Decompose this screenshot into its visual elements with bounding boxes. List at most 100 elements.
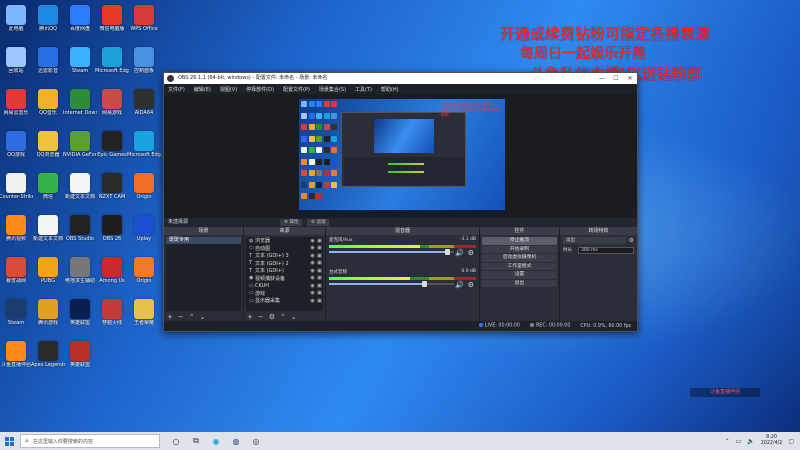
source-item[interactable]: ▭ 自动图 ◉ ▣	[246, 245, 323, 253]
move-down-icon[interactable]: ⌄	[200, 313, 206, 321]
desktop-icon[interactable]: 网易游戏	[95, 86, 129, 126]
source-item[interactable]: ▭ CKUH ◉ ▣	[246, 282, 323, 290]
lock-icon[interactable]: ▣	[316, 253, 323, 259]
desktop-icon[interactable]: 控制面板	[127, 44, 161, 84]
desktop-icon[interactable]: Among Us	[95, 254, 129, 294]
eye-icon[interactable]: ◉	[309, 245, 316, 251]
start-virtual-camera-button[interactable]: 启动虚拟摄像机	[482, 254, 557, 262]
desktop-icon[interactable]: 腾讯QQ	[31, 2, 65, 42]
remove-scene-icon[interactable]: −	[178, 313, 184, 321]
filters-button[interactable]: ⚙ 滤镜	[307, 219, 330, 226]
eye-icon[interactable]: ◉	[309, 283, 316, 289]
lock-icon[interactable]: ▣	[316, 268, 323, 274]
gear-icon[interactable]: ⚙	[468, 249, 474, 257]
desktop-icon[interactable]: Origin	[127, 254, 161, 294]
desktop-icon[interactable]: 微信	[31, 170, 65, 210]
menu-edit[interactable]: 编辑(E)	[194, 86, 211, 93]
desktop-icon[interactable]: 回收站	[0, 44, 33, 84]
eye-icon[interactable]: ◉	[309, 238, 316, 244]
stop-streaming-button[interactable]: 停止推流	[482, 237, 557, 245]
task-view-icon[interactable]: ⧉	[190, 435, 202, 447]
lock-icon[interactable]: ▣	[316, 238, 323, 244]
desktop-icon[interactable]: AIDA64	[127, 86, 161, 126]
source-item[interactable]: T 文本 (GDI+) ◉ ▣	[246, 267, 323, 275]
eye-icon[interactable]: ◉	[309, 275, 316, 281]
clock[interactable]: 8:20 2022/4/2	[761, 435, 783, 447]
start-recording-button[interactable]: 开始录制	[482, 245, 557, 253]
desktop-icon[interactable]: OBS Studio	[63, 212, 97, 252]
duration-input[interactable]: 300 ms	[578, 246, 634, 254]
desktop-icon[interactable]: Microsoft Edge	[127, 128, 161, 168]
eye-icon[interactable]: ◉	[309, 290, 316, 296]
move-up-icon[interactable]: ⌃	[280, 313, 286, 321]
tray-chevron-icon[interactable]: ⌃	[725, 438, 730, 445]
cortana-icon[interactable]: ○	[170, 435, 182, 447]
source-settings-icon[interactable]: ⚙	[269, 313, 275, 321]
menu-tools[interactable]: 工具(T)	[355, 86, 372, 93]
network-icon[interactable]: ▭	[736, 438, 742, 445]
desktop-icon[interactable]: 英雄联盟	[63, 338, 97, 378]
desktop-icon[interactable]: 穿越火线	[95, 296, 129, 336]
volume-icon[interactable]: 🔈	[747, 438, 754, 445]
desktop-icon[interactable]: 新建文本文档	[63, 170, 97, 210]
source-item[interactable]: ◉ 视频捕获设备 ◉ ▣	[246, 275, 323, 283]
desktop-icon[interactable]: 斗鱼直播伴侣	[0, 338, 33, 378]
lock-icon[interactable]: ▣	[316, 298, 323, 304]
menu-file[interactable]: 文件(F)	[168, 86, 185, 93]
desktop-icon[interactable]: Internet Download	[63, 86, 97, 126]
add-source-icon[interactable]: +	[247, 313, 253, 321]
eye-icon[interactable]: ◉	[309, 298, 316, 304]
lock-icon[interactable]: ▣	[316, 283, 323, 289]
source-item[interactable]: T 文本 (GDI+) 2 ◉ ▣	[246, 260, 323, 268]
source-item[interactable]: T 文本 (GDI+) 3 ◉ ▣	[246, 252, 323, 260]
source-item[interactable]: ▭ 游戏 ◉ ▣	[246, 290, 323, 298]
desktop-icon[interactable]: Apex Legends	[31, 338, 65, 378]
preview-area[interactable]: 开通或续费钻粉可指定 每周日一起娱乐开黑 斗鱼私信主播VX送钻粉群	[164, 94, 637, 218]
eye-icon[interactable]: ◉	[309, 268, 316, 274]
transition-select[interactable]: 淡出	[563, 236, 626, 244]
desktop-icon[interactable]: QQ浏览器	[31, 128, 65, 168]
gear-icon[interactable]: ⚙	[468, 281, 474, 289]
desktop-icon[interactable]: Counter-Strike	[0, 170, 33, 210]
menu-scene-collection[interactable]: 场景集合(S)	[319, 86, 346, 93]
desktop-icon[interactable]: 百度网盘	[63, 2, 97, 42]
scene-item[interactable]: 斑斑专用	[166, 237, 241, 244]
desktop-icon[interactable]: WPS Office	[127, 2, 161, 42]
desktop-icon[interactable]: 暴雪战网	[0, 254, 33, 294]
desktop-icon[interactable]: PUBG	[31, 254, 65, 294]
notifications-icon[interactable]: ▢	[788, 438, 794, 445]
menu-docks[interactable]: 停靠部件(D)	[246, 86, 274, 93]
menu-help[interactable]: 帮助(H)	[381, 86, 399, 93]
obs-taskbar-icon[interactable]: ◎	[250, 435, 262, 447]
obs-titlebar[interactable]: OBS 26.1.1 (64-bit, windows) - 配置文件: 未命名…	[164, 73, 637, 84]
desktop-icon[interactable]: QQ游戏	[0, 128, 33, 168]
edge-icon[interactable]: ◉	[210, 435, 222, 447]
lock-icon[interactable]: ▣	[316, 245, 323, 251]
menu-profile[interactable]: 配置文件(P)	[283, 86, 310, 93]
gear-icon[interactable]: ⚙	[629, 237, 634, 244]
desktop-icon[interactable]: NZXT CAM	[95, 170, 129, 210]
scenes-list[interactable]: 斑斑专用	[166, 237, 241, 311]
move-down-icon[interactable]: ⌄	[291, 313, 297, 321]
remove-source-icon[interactable]: −	[258, 313, 264, 321]
desktop-icon[interactable]: 新建文本文档	[31, 212, 65, 252]
desktop-icon[interactable]: 此电脑	[0, 2, 33, 42]
volume-slider[interactable]	[329, 249, 454, 255]
sources-list[interactable]: ◍ 浏览器 ◉ ▣ ▭ 自动图 ◉ ▣ T 文本 (GDI+) 3 ◉ ▣ T 文本 (GDI+) 2 ◉ ▣…	[246, 237, 323, 311]
desktop-icon[interactable]: 网易云音乐	[0, 86, 33, 126]
desktop-icon[interactable]: 微信电脑版	[95, 2, 129, 42]
start-button[interactable]	[0, 432, 18, 450]
minimize-button[interactable]: —	[595, 73, 609, 84]
desktop-icon[interactable]: Microsoft Edge	[95, 44, 129, 84]
move-up-icon[interactable]: ⌃	[189, 313, 195, 321]
desktop-icon[interactable]: Epic Games	[95, 128, 129, 168]
add-scene-icon[interactable]: +	[167, 313, 173, 321]
obs-window[interactable]: OBS 26.1.1 (64-bit, windows) - 配置文件: 未命名…	[163, 72, 638, 332]
desktop-icon[interactable]: OBS 26	[95, 212, 129, 252]
close-button[interactable]: ✕	[623, 73, 637, 84]
preview-canvas[interactable]: 开通或续费钻粉可指定 每周日一起娱乐开黑 斗鱼私信主播VX送钻粉群	[299, 99, 505, 215]
studio-mode-button[interactable]: 工作室模式	[482, 262, 557, 270]
volume-slider-handle[interactable]	[422, 281, 427, 287]
desktop-icon[interactable]: 绝地求生辅助	[63, 254, 97, 294]
desktop-icon[interactable]: 腾讯游戏	[31, 296, 65, 336]
